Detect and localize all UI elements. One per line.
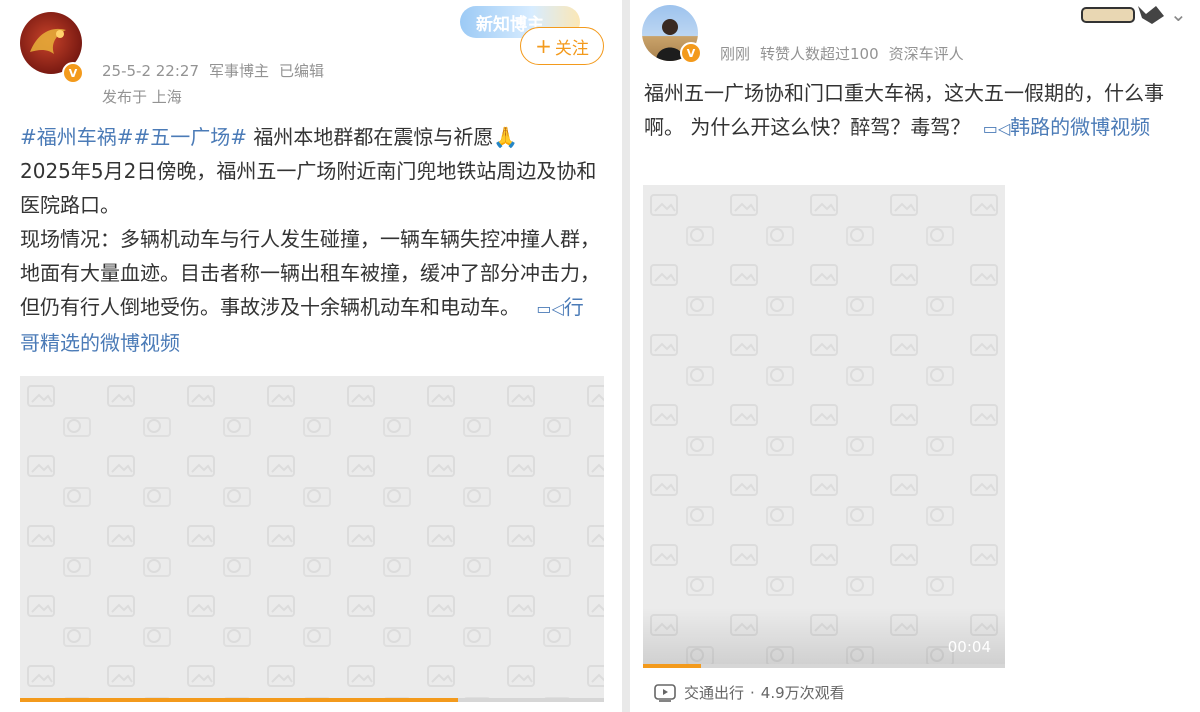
post-paragraph: 现场情况：多辆机动车与行人发生碰撞，一辆车辆失控冲撞人群，地面有大量血迹。目击者… bbox=[20, 227, 600, 319]
edited-label: 已编辑 bbox=[279, 62, 325, 80]
separator-dot: · bbox=[750, 683, 755, 702]
left-post: V 新知博主 + 关注 25-5-2 22:27 军事博主 已编辑 发布于 上海 #福… bbox=[0, 0, 622, 712]
cartoon-sticker-icon bbox=[1081, 6, 1164, 24]
image-placeholder-pattern bbox=[20, 376, 604, 702]
video-progress-fill bbox=[20, 698, 458, 702]
repost-stat: 转赞人数超过100 bbox=[760, 45, 879, 63]
close-icon[interactable]: ⌄ bbox=[1170, 2, 1187, 26]
video-link-icon: ▭◁ bbox=[982, 119, 1011, 138]
video-views: 4.9万次观看 bbox=[760, 684, 845, 702]
post-paragraph: 2025年5月2日傍晚，福州五一广场附近南门兜地铁站周边及协和医院路口。 bbox=[20, 159, 597, 217]
verified-icon: V bbox=[62, 62, 84, 84]
video-progress-track[interactable] bbox=[20, 698, 604, 702]
post-meta: 刚刚 转赞人数超过100 资深车评人 bbox=[720, 43, 974, 64]
video-player[interactable]: 00:04 bbox=[643, 185, 1005, 668]
author-label: 军事博主 bbox=[209, 62, 270, 80]
video-duration: 00:04 bbox=[947, 638, 991, 656]
video-progress-track[interactable] bbox=[643, 664, 1005, 668]
cartoon-sticker bbox=[1080, 0, 1166, 30]
follow-button[interactable]: + 关注 bbox=[520, 27, 604, 65]
verified-icon: V bbox=[680, 42, 702, 64]
right-post: V ⌄ 刚刚 转赞人数超过100 资深车评人 福州五一广场协和门口重大车祸，这大五一… bbox=[630, 0, 1200, 712]
post-text: 福州本地群都在震惊与祈愿 bbox=[247, 125, 494, 149]
image-placeholder-pattern bbox=[643, 185, 1005, 668]
video-play-icon bbox=[654, 683, 676, 702]
video-progress-fill bbox=[643, 664, 701, 668]
video-link-icon: ▭◁ bbox=[536, 299, 564, 318]
author-desc: 资深车评人 bbox=[888, 45, 964, 63]
video-link[interactable]: ▭◁韩路的微博视频 bbox=[983, 115, 1150, 139]
post-body: 福州五一广场协和门口重大车祸，这大五一假期的，什么事啊。 为什么开这么快？醉驾？… bbox=[644, 76, 1190, 146]
pray-emoji-icon: 🙏 bbox=[493, 125, 519, 149]
video-info: 交通出行 · 4.9万次观看 bbox=[654, 682, 845, 703]
hashtag-link[interactable]: #福州车祸# bbox=[20, 125, 134, 149]
post-location: 发布于 上海 bbox=[102, 88, 182, 106]
video-player[interactable] bbox=[20, 376, 604, 702]
post-time: 刚刚 bbox=[720, 45, 751, 63]
hashtag-link[interactable]: #五一广场# bbox=[134, 125, 248, 149]
post-body: #福州车祸##五一广场# 福州本地群都在震惊与祈愿🙏 2025年5月2日傍晚，福… bbox=[20, 120, 602, 360]
plus-icon: + bbox=[535, 34, 552, 58]
post-date: 25-5-2 22:27 bbox=[102, 62, 199, 80]
video-channel[interactable]: 交通出行 bbox=[684, 682, 744, 703]
post-meta: 25-5-2 22:27 军事博主 已编辑 bbox=[102, 60, 334, 81]
